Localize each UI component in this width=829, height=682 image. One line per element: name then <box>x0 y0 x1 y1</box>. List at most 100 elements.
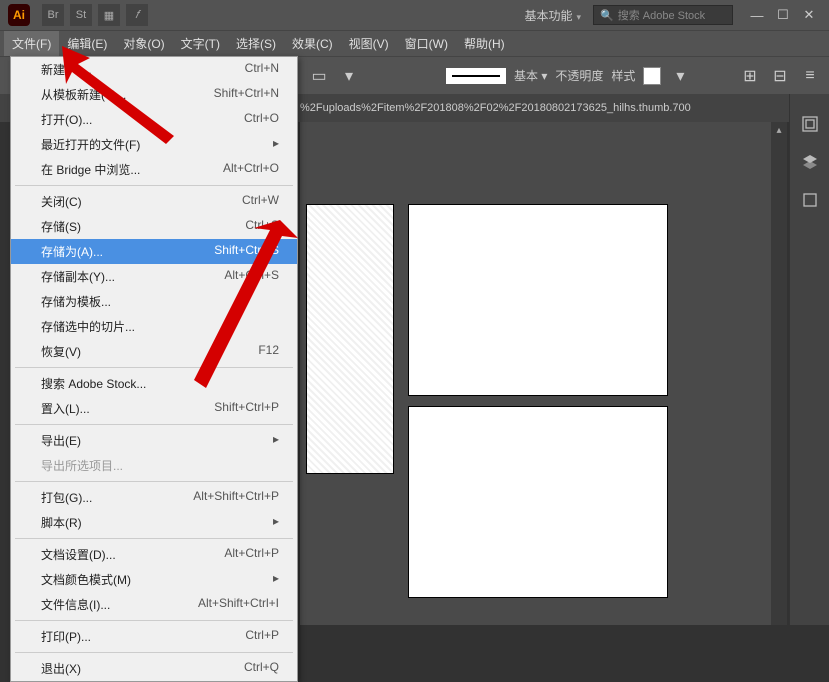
stroke-preview[interactable] <box>446 68 506 84</box>
menu-separator <box>15 424 293 425</box>
menu-item-label: 导出所选项目... <box>41 457 123 474</box>
panel-menu-icon[interactable]: ≡ <box>799 65 821 87</box>
feather-icon[interactable]: 𝑓 <box>126 4 148 26</box>
menu-item[interactable]: 文档设置(D)...Alt+Ctrl+P <box>11 542 297 567</box>
menu-shortcut: Alt+Ctrl+O <box>223 161 279 178</box>
menu-separator <box>15 620 293 621</box>
menu-shortcut: Alt+Ctrl+S <box>224 268 279 285</box>
style-label: 样式 <box>611 67 635 84</box>
menu-shortcut: Ctrl+P <box>245 628 279 645</box>
menu-window[interactable]: 窗口(W) <box>397 31 456 56</box>
artboard-2[interactable] <box>408 204 668 396</box>
menu-shortcut: Shift+Ctrl+N <box>214 86 279 103</box>
menu-item-label: 存储为(A)... <box>41 243 103 260</box>
style-swatch[interactable] <box>643 67 661 85</box>
menu-select[interactable]: 选择(S) <box>228 31 284 56</box>
chevron-down-icon: ▾ <box>576 12 581 22</box>
menu-item[interactable]: 置入(L)... Shift+Ctrl+P <box>11 396 297 421</box>
bridge-icon[interactable]: Br <box>42 4 64 26</box>
menu-effect[interactable]: 效果(C) <box>284 31 341 56</box>
chevron-down-icon[interactable]: ▾ <box>669 65 691 87</box>
panel-dock <box>789 94 829 625</box>
menu-item-label: 存储副本(Y)... <box>41 268 115 285</box>
menu-separator <box>15 185 293 186</box>
app-logo: Ai <box>8 4 30 26</box>
preferences-icon[interactable]: ⊟ <box>769 65 791 87</box>
menu-item[interactable]: 脚本(R)▸ <box>11 510 297 535</box>
menu-item[interactable]: 文档颜色模式(M) ▸ <box>11 567 297 592</box>
menu-shortcut: Ctrl+O <box>244 111 279 128</box>
layers-icon[interactable] <box>798 150 822 174</box>
menu-item-label: 文档颜色模式(M) <box>41 571 131 588</box>
menu-separator <box>15 367 293 368</box>
properties-icon[interactable] <box>798 112 822 136</box>
document-tab[interactable]: %2Fuploads%2Fitem%2F201808%2F02%2F201808… <box>300 102 691 114</box>
workspace-switcher[interactable]: 基本功能▾ <box>524 7 581 24</box>
menu-item[interactable]: 打开(O)... Ctrl+O <box>11 107 297 132</box>
menu-bar: 文件(F) 编辑(E) 对象(O) 文字(T) 选择(S) 效果(C) 视图(V… <box>0 30 829 56</box>
menu-shortcut: Shift+Ctrl+S <box>214 243 279 260</box>
menu-item-label: 打包(G)... <box>41 489 92 506</box>
menu-item[interactable]: 打包(G)...Alt+Shift+Ctrl+P <box>11 485 297 510</box>
menu-type[interactable]: 文字(T) <box>173 31 228 56</box>
submenu-arrow-icon: ▸ <box>273 571 279 588</box>
stock-search-input[interactable]: 🔍 搜索 Adobe Stock <box>593 5 733 25</box>
menu-item-label: 脚本(R) <box>41 514 82 531</box>
menu-object[interactable]: 对象(O) <box>115 31 172 56</box>
chevron-down-icon[interactable]: ▾ <box>338 65 360 87</box>
menu-item[interactable]: 搜索 Adobe Stock... <box>11 371 297 396</box>
menu-item[interactable]: 存储为模板... <box>11 289 297 314</box>
menu-item[interactable]: 恢复(V)F12 <box>11 339 297 364</box>
stroke-style-dropdown[interactable]: 基本 ▾ <box>514 67 547 84</box>
artboards-icon[interactable] <box>798 188 822 212</box>
stock-icon[interactable]: St <box>70 4 92 26</box>
opacity-label[interactable]: 不透明度 <box>555 67 603 84</box>
menu-shortcut: Ctrl+W <box>242 193 279 210</box>
vertical-scrollbar[interactable]: ▴ <box>771 122 787 625</box>
menu-item-label: 打开(O)... <box>41 111 92 128</box>
menu-item: 导出所选项目... <box>11 453 297 478</box>
menu-item-label: 存储选中的切片... <box>41 318 135 335</box>
doc-setup-icon[interactable]: ⊞ <box>739 65 761 87</box>
menu-item-label: 存储(S) <box>41 218 81 235</box>
close-button[interactable]: ✕ <box>797 3 821 27</box>
menu-shortcut: Ctrl+N <box>245 61 279 78</box>
menu-shortcut: F12 <box>258 343 279 360</box>
canvas[interactable] <box>300 122 787 625</box>
menu-item[interactable]: 最近打开的文件(F)▸ <box>11 132 297 157</box>
menu-item[interactable]: 存储为(A)... Shift+Ctrl+S <box>11 239 297 264</box>
menu-item[interactable]: 存储(S)Ctrl+S <box>11 214 297 239</box>
menu-edit[interactable]: 编辑(E) <box>59 31 115 56</box>
menu-help[interactable]: 帮助(H) <box>456 31 513 56</box>
menu-item[interactable]: 存储副本(Y)... Alt+Ctrl+S <box>11 264 297 289</box>
menu-item-label: 关闭(C) <box>41 193 82 210</box>
menu-item[interactable]: 存储选中的切片... <box>11 314 297 339</box>
menu-item-label: 从模板新建(T)... <box>41 86 126 103</box>
menu-view[interactable]: 视图(V) <box>341 31 397 56</box>
menu-shortcut: Shift+Ctrl+P <box>214 400 279 417</box>
menu-item-label: 置入(L)... <box>41 400 90 417</box>
menu-item[interactable]: 在 Bridge 中浏览...Alt+Ctrl+O <box>11 157 297 182</box>
menu-item-label: 文档设置(D)... <box>41 546 116 563</box>
menu-file[interactable]: 文件(F) <box>4 31 59 56</box>
search-icon: 🔍 <box>600 9 614 22</box>
maximize-button[interactable]: ☐ <box>771 3 795 27</box>
menu-item-label: 打印(P)... <box>41 628 91 645</box>
arrange-icon[interactable]: ▦ <box>98 4 120 26</box>
artboard-1[interactable] <box>306 204 394 474</box>
menu-item[interactable]: 从模板新建(T)... Shift+Ctrl+N <box>11 82 297 107</box>
menu-item-label: 导出(E) <box>41 432 81 449</box>
scroll-up-icon[interactable]: ▴ <box>771 122 787 138</box>
menu-item[interactable]: 退出(X)Ctrl+Q <box>11 656 297 681</box>
minimize-button[interactable]: — <box>745 3 769 27</box>
artboard-3[interactable] <box>408 406 668 598</box>
menu-item[interactable]: 打印(P)... Ctrl+P <box>11 624 297 649</box>
menu-item[interactable]: 文件信息(I)... Alt+Shift+Ctrl+I <box>11 592 297 617</box>
menu-item[interactable]: 关闭(C) Ctrl+W <box>11 189 297 214</box>
menu-shortcut: Alt+Shift+Ctrl+I <box>198 596 279 613</box>
menu-item[interactable]: 导出(E)▸ <box>11 428 297 453</box>
menu-separator <box>15 481 293 482</box>
menu-item-label: 文件信息(I)... <box>41 596 110 613</box>
submenu-arrow-icon: ▸ <box>273 136 279 153</box>
menu-item[interactable]: 新建(N)...Ctrl+N <box>11 57 297 82</box>
